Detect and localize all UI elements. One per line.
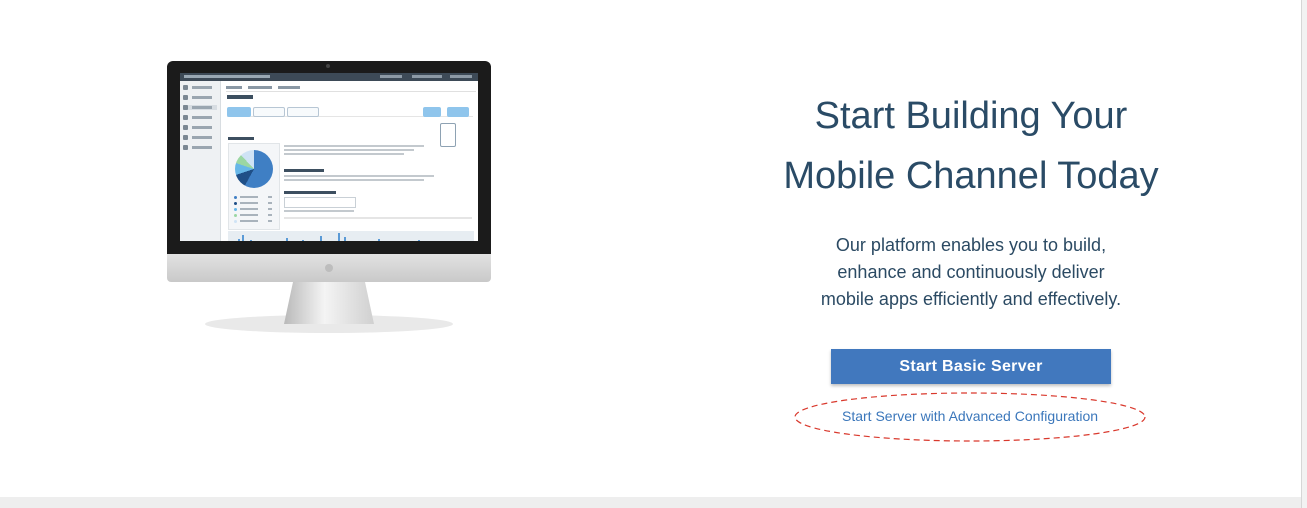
start-basic-server-button[interactable]: Start Basic Server [831,349,1111,384]
mini-overview-title [227,95,253,99]
mini-phone-icon [440,123,456,147]
mini-topbar-item [450,75,472,78]
mini-sidebar [180,81,221,241]
monitor-bezel [167,61,491,254]
mini-sidebar-item [183,85,217,90]
mini-sidebar-item [183,105,217,110]
mini-sidebar-item [183,115,217,120]
description: Our platform enables you to build, enhan… [771,232,1171,313]
start-advanced-server-link[interactable]: Start Server with Advanced Configuration [793,391,1147,441]
footer-strip [0,497,1301,508]
mini-pie-chart [235,150,273,188]
mini-section-label [284,191,336,194]
dashboard-screenshot [180,73,478,241]
mini-filters [227,107,473,117]
page: Start Building Your Mobile Channel Today… [0,0,1300,497]
mini-bar-chart [228,231,474,241]
scrollbar-edge [1301,0,1307,508]
mini-topbar [180,73,478,81]
camera-dot [326,64,330,68]
headline-line: Mobile Channel Today [783,155,1159,197]
mini-pie-card [228,143,280,230]
mini-sidebar-item [183,135,217,140]
mini-topbar-item [412,75,442,78]
description-line: enhance and continuously deliver [837,262,1105,282]
monitor-chin [167,254,491,282]
mini-input [284,197,356,208]
advanced-config-link-container: Start Server with Advanced Configuration [793,391,1147,444]
description-line: mobile apps efficiently and effectively. [820,289,1122,309]
mini-section-label [228,137,254,140]
description-line: Our platform enables you to build, [835,235,1107,255]
monitor-illustration [167,61,491,333]
mini-topbar-item [380,75,402,78]
headline-line: Start Building Your [814,95,1128,137]
mini-tabs [226,85,476,92]
mini-sidebar-item [183,125,217,130]
monitor-logo-dot [325,264,333,272]
monitor-stand [284,282,374,324]
mini-sidebar-item [183,95,217,100]
mini-sidebar-item [183,145,217,150]
page-title: Start Building Your Mobile Channel Today [741,86,1201,206]
mini-brand [184,75,270,78]
mini-section-label [284,169,324,172]
mini-main [222,81,478,241]
